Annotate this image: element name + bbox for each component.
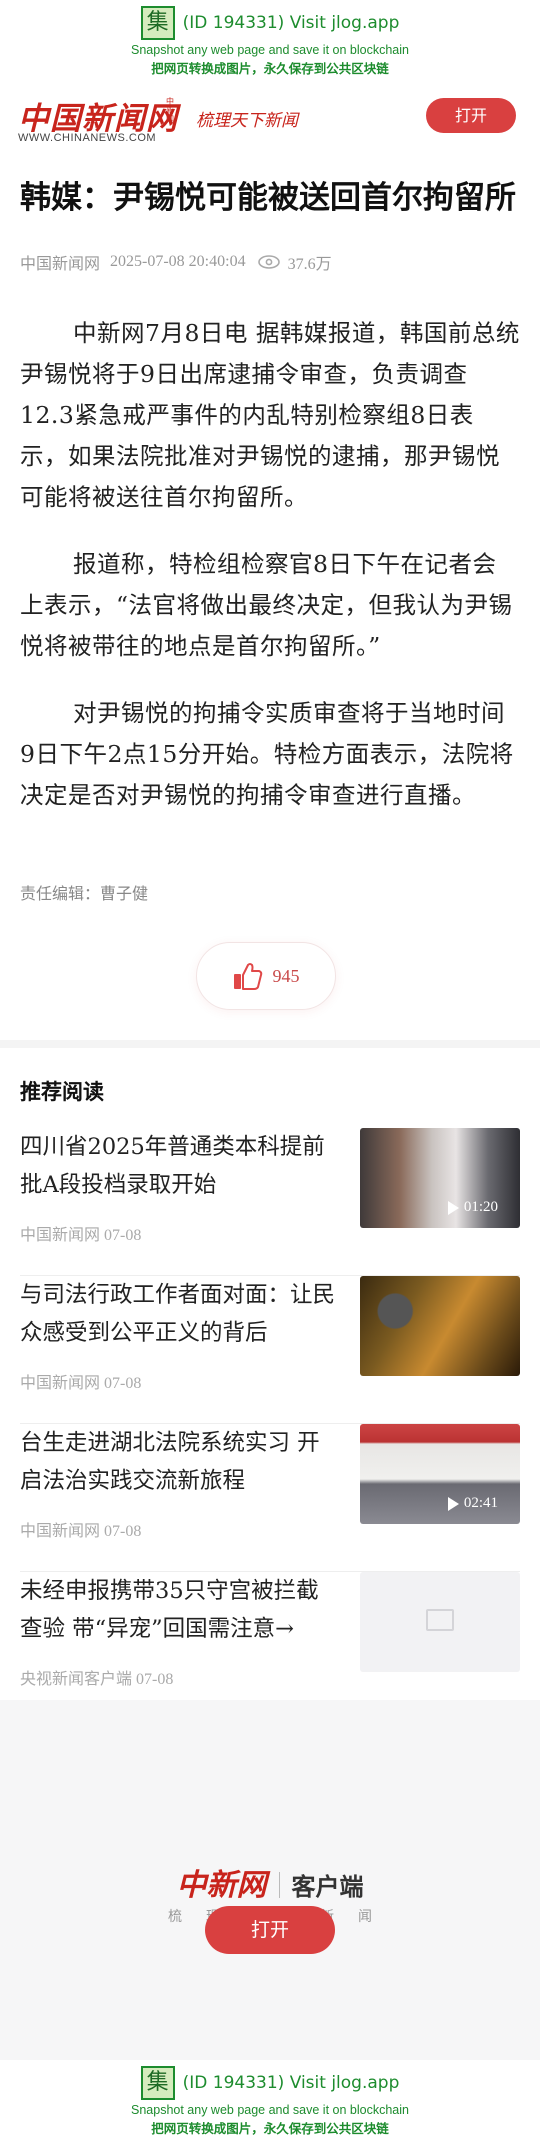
recommend-item-meta: 中国新闻网 07-08 — [20, 1227, 142, 1244]
recommend-item[interactable]: 台生走进湖北法院系统实习 开启法治实践交流新旅程 中国新闻网 07-08 02:… — [20, 1424, 520, 1572]
recommend-item-thumbnail[interactable] — [360, 1572, 520, 1672]
recommend-item-meta: 央视新闻客户端 07-08 — [20, 1671, 174, 1688]
article-views: 37.6万 — [287, 256, 332, 273]
site-slogan: 梳理天下新闻 — [196, 111, 298, 131]
like-count: 945 — [272, 965, 300, 986]
recommend-item-thumbnail[interactable] — [360, 1276, 520, 1376]
eye-icon — [257, 255, 280, 269]
jlog-tagline-en: Snapshot any web page and save it on blo… — [131, 43, 409, 57]
site-header: 中国新闻网 中新网 WWW.CHINANEWS.COM 梳理天下新闻 打开 — [0, 88, 540, 146]
recommend-item-title[interactable]: 与司法行政工作者面对面：让民众感受到公平正义的背后 — [20, 1276, 335, 1352]
article-editor: 责任编辑：曹子健 — [20, 886, 149, 903]
article-body: 中新网7月8日电 据韩媒报道，韩国前总统尹锡悦将于9日出席逮捕令审查，负责调查1… — [20, 313, 520, 842]
article-paragraph: 报道称，特检组检察官8日下午在记者会上表示，“法官将做出最终决定，但我认为尹锡悦… — [20, 550, 513, 660]
like-button[interactable]: 945 — [196, 942, 336, 1010]
video-duration-text: 01:20 — [463, 1199, 498, 1215]
play-icon — [447, 1496, 459, 1511]
recommend-item-title[interactable]: 未经申报携带35只守宫被拦截查验 带“异宠”回国需注意→ — [20, 1572, 335, 1648]
site-logo-en: WWW.CHINANEWS.COM — [18, 132, 157, 144]
article-source: 中国新闻网 — [20, 256, 101, 273]
recommend-item[interactable]: 与司法行政工作者面对面：让民众感受到公平正义的背后 中国新闻网 07-08 — [20, 1276, 520, 1424]
video-duration-text: 02:41 — [463, 1495, 498, 1511]
site-logo-sub: 中新网 — [166, 97, 174, 124]
article-title: 韩媒：尹锡悦可能被送回首尔拘留所 — [20, 180, 516, 216]
article-meta: 中国新闻网 2025-07-08 20:40:04 37.6万 — [20, 250, 332, 274]
open-app-button-top[interactable]: 打开 — [426, 98, 516, 133]
article-paragraph: 对尹锡悦的拘捕令实质审查将于当地时间9日下午2点15分开始。特检方面表示，法院将… — [20, 699, 514, 809]
recommend-heading: 推荐阅读 — [20, 1080, 104, 1104]
recommend-item-thumbnail[interactable]: 02:41 — [360, 1424, 520, 1524]
video-duration: 02:41 — [447, 1495, 498, 1512]
open-app-button-bottom[interactable]: 打开 — [205, 1906, 335, 1954]
jlog-banner-top: 集 (ID 194331) Visit jlog.app Snapshot an… — [0, 0, 540, 82]
jlog-tagline-en: Snapshot any web page and save it on blo… — [131, 2103, 409, 2117]
jlog-banner-bottom: 集 (ID 194331) Visit jlog.app Snapshot an… — [0, 2060, 540, 2139]
recommend-item-title[interactable]: 四川省2025年普通类本科提前批A段投档录取开始 — [20, 1128, 335, 1204]
jlog-tagline-cn: 把网页转换成图片，永久保存到公共区块链 — [151, 2121, 389, 2136]
jlog-id-text[interactable]: (ID 194331) Visit jlog.app — [183, 13, 400, 33]
recommend-item-title[interactable]: 台生走进湖北法院系统实习 开启法治实践交流新旅程 — [20, 1424, 335, 1500]
promo-brand: 中新网 — [176, 1868, 267, 1903]
recommend-item[interactable]: 四川省2025年普通类本科提前批A段投档录取开始 中国新闻网 07-08 01:… — [20, 1128, 520, 1276]
jlog-tagline-cn: 把网页转换成图片，永久保存到公共区块链 — [151, 61, 389, 76]
jlog-logo-icon: 集 — [140, 2066, 175, 2100]
play-icon — [447, 1200, 459, 1215]
promo-logo: 中新网 客户端 — [0, 1860, 540, 1904]
article-paragraph: 中新网7月8日电 据韩媒报道，韩国前总统尹锡悦将于9日出席逮捕令审查，负责调查1… — [20, 319, 520, 511]
recommend-item-meta: 中国新闻网 07-08 — [20, 1375, 142, 1392]
recommend-item-meta: 中国新闻网 07-08 — [20, 1523, 142, 1540]
section-divider — [0, 1040, 540, 1048]
video-duration: 01:20 — [447, 1199, 498, 1216]
app-promo: 中新网客户端 梳理天下新闻 — [0, 1700, 540, 2060]
image-placeholder-icon — [426, 1609, 454, 1631]
recommend-item-thumbnail[interactable]: 01:20 — [360, 1128, 520, 1228]
jlog-logo-icon: 集 — [140, 6, 175, 40]
article-datetime: 2025-07-08 20:40:04 — [110, 253, 246, 270]
thumbs-up-icon — [233, 963, 262, 990]
jlog-id-text[interactable]: (ID 194331) Visit jlog.app — [183, 2073, 400, 2093]
recommend-item[interactable]: 未经申报携带35只守宫被拦截查验 带“异宠”回国需注意→ 央视新闻客户端 07-… — [20, 1572, 520, 1720]
promo-client: 客户端 — [291, 1873, 364, 1901]
